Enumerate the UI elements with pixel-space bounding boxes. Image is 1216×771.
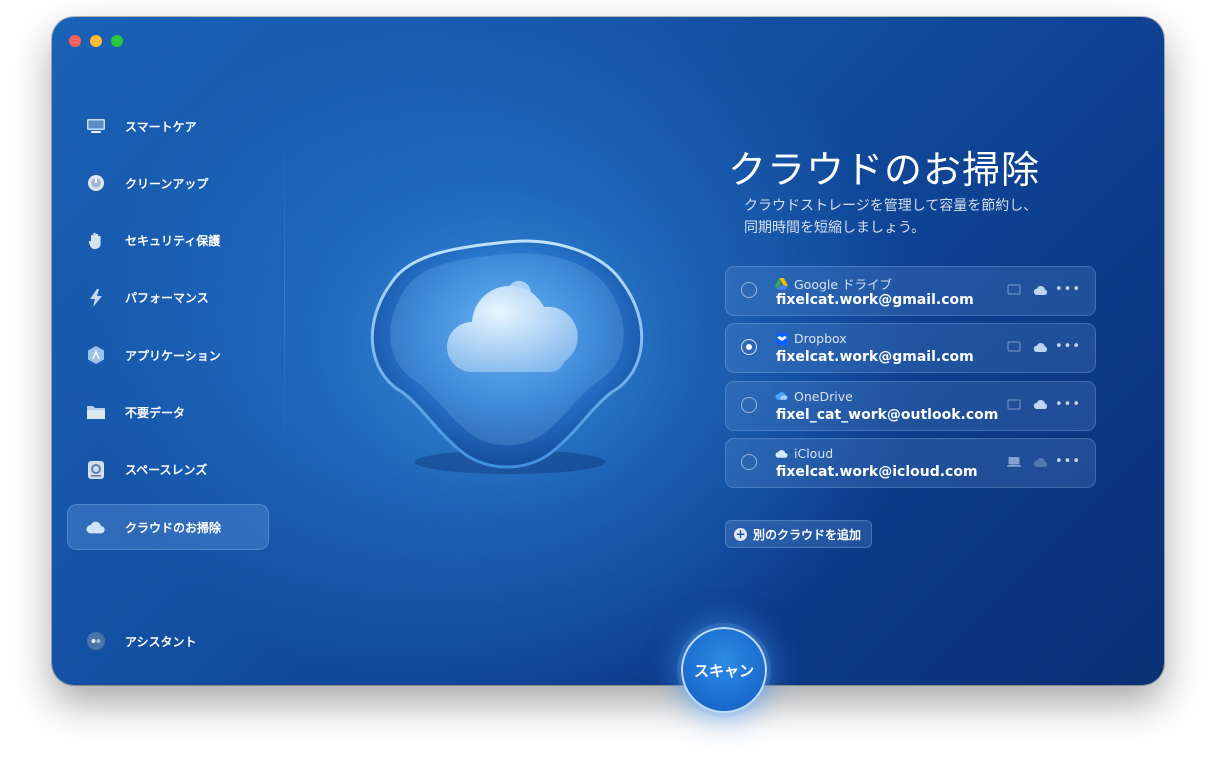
account-email: fixelcat.work@gmail.com bbox=[776, 349, 974, 366]
cloud-account-row[interactable]: OneDrive fixel_cat_work@outlook.com ••• bbox=[725, 380, 1096, 431]
more-options-icon[interactable]: ••• bbox=[1055, 398, 1080, 412]
plus-icon: + bbox=[734, 526, 747, 541]
sidebar: スマートケア クリーンアップ セキュリティ保護 パフォーマンス アプリケーション bbox=[67, 103, 269, 561]
cloud-status-icon[interactable] bbox=[1033, 283, 1049, 297]
sidebar-item-unneeded-data[interactable]: 不要データ bbox=[67, 389, 269, 435]
assistant-icon bbox=[86, 631, 106, 651]
app-window: スマートケア クリーンアップ セキュリティ保護 パフォーマンス アプリケーション bbox=[52, 17, 1164, 685]
sidebar-item-label: クリーンアップ bbox=[125, 176, 209, 191]
sidebar-item-cleanup[interactable]: クリーンアップ bbox=[67, 160, 269, 206]
sidebar-item-cloud-cleanup[interactable]: クラウドのお掃除 bbox=[67, 504, 269, 551]
subtitle-line-2: 同期時間を短縮しましょう。 bbox=[744, 220, 926, 236]
account-actions: ••• bbox=[1006, 283, 1080, 297]
account-email: fixel_cat_work@outlook.com bbox=[776, 406, 999, 423]
sidebar-item-label: セキュリティ保護 bbox=[125, 234, 221, 249]
local-icon[interactable] bbox=[1006, 398, 1022, 412]
assistant-button[interactable]: アシスタント bbox=[67, 621, 269, 661]
assistant-label: アシスタント bbox=[125, 634, 197, 649]
account-provider: Dropbox bbox=[775, 331, 847, 346]
disk-icon bbox=[86, 173, 106, 193]
page-title: クラウドのお掃除 bbox=[728, 148, 1041, 192]
onedrive-icon bbox=[775, 390, 788, 403]
folder-icon bbox=[86, 402, 106, 422]
traffic-lights bbox=[69, 35, 123, 47]
minimize-window-button[interactable] bbox=[90, 35, 102, 47]
lightning-icon bbox=[86, 288, 106, 308]
account-radio[interactable] bbox=[741, 339, 757, 356]
provider-name: OneDrive bbox=[794, 388, 853, 404]
icloud-icon bbox=[775, 447, 788, 460]
account-radio[interactable] bbox=[741, 282, 757, 298]
account-actions: ••• bbox=[1006, 340, 1080, 354]
sidebar-item-security[interactable]: セキュリティ保護 bbox=[67, 218, 269, 264]
more-options-icon[interactable]: ••• bbox=[1055, 455, 1080, 469]
cloud-status-icon[interactable] bbox=[1033, 398, 1049, 412]
cloud-account-row[interactable]: Google ドライブ fixelcat.work@gmail.com ••• bbox=[725, 266, 1096, 316]
google-drive-icon bbox=[775, 277, 788, 290]
local-icon[interactable] bbox=[1006, 283, 1022, 297]
account-provider: OneDrive bbox=[775, 389, 853, 404]
hand-icon bbox=[86, 231, 106, 251]
apps-icon bbox=[86, 345, 106, 365]
laptop-icon[interactable] bbox=[1006, 455, 1022, 469]
cloud-status-icon[interactable] bbox=[1033, 340, 1049, 354]
more-options-icon[interactable]: ••• bbox=[1055, 340, 1080, 354]
sidebar-item-smart-care[interactable]: スマートケア bbox=[67, 103, 269, 149]
add-cloud-button[interactable]: + 別のクラウドを追加 bbox=[725, 520, 873, 548]
provider-name: iCloud bbox=[794, 446, 834, 462]
cloud-account-row[interactable]: Dropbox fixelcat.work@gmail.com ••• bbox=[725, 323, 1096, 374]
sidebar-item-label: アプリケーション bbox=[125, 348, 221, 363]
more-options-icon[interactable]: ••• bbox=[1055, 283, 1080, 297]
sidebar-item-label: パフォーマンス bbox=[125, 291, 209, 306]
account-provider: Google ドライブ bbox=[775, 274, 892, 293]
cloud-status-icon[interactable] bbox=[1033, 455, 1049, 469]
cloud-cleanup-illustration bbox=[362, 222, 652, 482]
page-subtitle: クラウドストレージを管理して容量を節約し、 同期時間を短縮しましょう。 bbox=[744, 195, 1084, 239]
scan-label: スキャン bbox=[693, 661, 754, 680]
cloud-account-row[interactable]: iCloud fixelcat.work@icloud.com ••• bbox=[725, 438, 1096, 489]
sidebar-item-space-lens[interactable]: スペースレンズ bbox=[67, 447, 269, 493]
account-email: fixelcat.work@gmail.com bbox=[776, 292, 974, 308]
sidebar-item-label: クラウドのお掃除 bbox=[125, 520, 222, 535]
account-actions: ••• bbox=[1006, 398, 1080, 412]
local-icon[interactable] bbox=[1006, 340, 1022, 354]
zoom-window-button[interactable] bbox=[111, 35, 123, 47]
account-actions: ••• bbox=[1006, 455, 1080, 469]
lens-icon bbox=[86, 460, 106, 480]
subtitle-line-1: クラウドストレージを管理して容量を節約し、 bbox=[744, 198, 1038, 214]
dropbox-icon bbox=[775, 332, 788, 345]
sidebar-item-label: 不要データ bbox=[125, 405, 186, 420]
close-window-button[interactable] bbox=[69, 35, 81, 47]
cloud-account-list: Google ドライブ fixelcat.work@gmail.com ••• … bbox=[725, 266, 1096, 496]
sidebar-item-label: スペースレンズ bbox=[125, 463, 208, 478]
account-radio[interactable] bbox=[741, 454, 757, 471]
sidebar-item-applications[interactable]: アプリケーション bbox=[67, 332, 269, 378]
provider-name: Google ドライブ bbox=[794, 277, 893, 292]
sidebar-divider bbox=[284, 127, 285, 457]
account-email: fixelcat.work@icloud.com bbox=[776, 464, 978, 481]
sidebar-item-performance[interactable]: パフォーマンス bbox=[67, 275, 269, 321]
provider-name: Dropbox bbox=[794, 331, 847, 347]
cloud-icon bbox=[86, 517, 106, 537]
add-cloud-label: 別のクラウドを追加 bbox=[753, 527, 862, 542]
account-provider: iCloud bbox=[775, 446, 833, 461]
scan-button[interactable]: スキャン bbox=[681, 627, 767, 713]
monitor-icon bbox=[86, 116, 106, 136]
sidebar-item-label: スマートケア bbox=[125, 119, 197, 134]
account-radio[interactable] bbox=[741, 396, 757, 413]
